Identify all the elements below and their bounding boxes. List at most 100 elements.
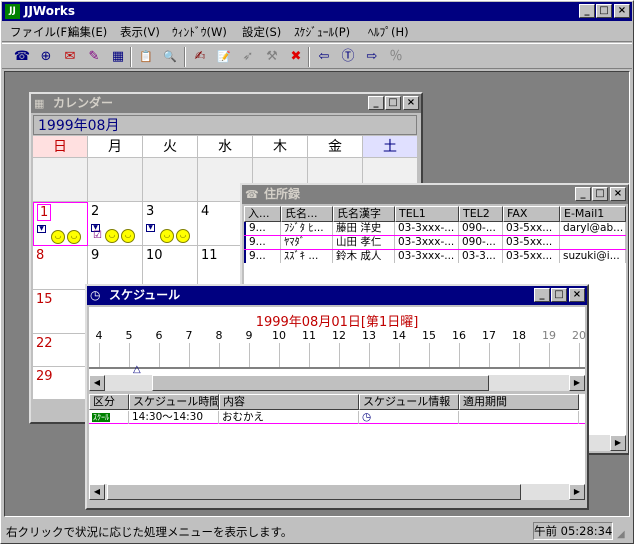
scroll-left-icon[interactable]: ◀ (89, 375, 105, 391)
menu-view[interactable]: 表示(V) (120, 24, 160, 40)
addressbook-minimize-button[interactable]: _ (575, 187, 591, 201)
calendar-day-3[interactable]: 3 ▼ ◡ ◡ (143, 202, 198, 246)
scroll-right-icon[interactable]: ▶ (569, 484, 585, 500)
delete-icon[interactable]: ✖ (286, 47, 306, 67)
schedule-mark-icon: ▼ (146, 224, 155, 232)
hour-tick-label: 15 (422, 329, 436, 342)
mdi-client: ▦ カレンダー _ □ × 1999年08月 日 月 火 水 木 金 土 1 ▼… (4, 71, 630, 517)
column-header[interactable]: TEL1 (395, 206, 459, 222)
app-title-bar[interactable]: JJ JJWorks _ □ × (2, 2, 632, 21)
column-header[interactable]: スケジュール情報 (359, 394, 459, 410)
column-header[interactable]: 区分 (89, 394, 129, 410)
calendar-day-29[interactable]: 29 (33, 367, 88, 400)
table-row[interactable]: 9... ｽｽﾞｷ ... 鈴木 成人 03-3xxx-... 03-3... … (244, 250, 626, 263)
close-button[interactable]: × (614, 4, 630, 18)
hour-tick-label: 17 (482, 329, 496, 342)
cell: 藤田 洋史 (333, 222, 395, 235)
menu-settings[interactable]: 設定(S) (242, 24, 281, 40)
cell: 03-3... (459, 250, 503, 263)
resize-grip-icon[interactable]: ◢ (617, 528, 630, 541)
scroll-left-icon[interactable]: ◀ (89, 484, 105, 500)
calendar-maximize-button[interactable]: □ (385, 96, 401, 110)
column-header[interactable]: 内容 (219, 394, 359, 410)
cell: 03-3xxx-... (395, 236, 459, 249)
menu-help[interactable]: ﾍﾙﾌﾟ(H) (368, 24, 409, 40)
column-header[interactable]: スケジュール時間 (129, 394, 219, 410)
addressbook-maximize-button[interactable]: □ (592, 187, 608, 201)
schedule-minimize-button[interactable]: _ (534, 288, 550, 302)
schedule-grid[interactable]: 区分 スケジュール時間 内容 スケジュール情報 適用期間 ｽｸｰﾙ 14:30～… (89, 394, 585, 484)
table-row[interactable]: 9... ﾌｼﾞﾀ ﾋ... 藤田 洋史 03-3xxx-... 090-...… (244, 222, 626, 235)
addressbook-title-bar[interactable]: ☎ 住所録 _ □ × (242, 185, 628, 204)
hour-gridline (399, 343, 400, 367)
calendar-day-15[interactable]: 15 (33, 290, 88, 334)
calendar-day-22[interactable]: 22 (33, 334, 88, 367)
hour-tick-label: 11 (302, 329, 316, 342)
scroll-right-icon[interactable]: ▶ (610, 435, 626, 451)
schedule-close-button[interactable]: × (569, 288, 585, 302)
cell: 14:30～14:30 (129, 411, 219, 424)
calendar-title: カレンダー (53, 96, 114, 110)
addressbook-close-button[interactable]: × (610, 187, 626, 201)
addressbook-window-icon: ☎ (245, 188, 259, 201)
table-row[interactable]: 9... ﾔﾏﾀﾞ 山田 孝仁 03-3xxx-... 090-... 03-5… (244, 236, 626, 249)
menu-window[interactable]: ｳｨﾝﾄﾞｳ(W) (172, 24, 227, 40)
schedule-maximize-button[interactable]: □ (551, 288, 567, 302)
address-icon[interactable]: ⊕ (36, 47, 56, 67)
time-marker-icon: △ (133, 364, 141, 375)
menu-edit[interactable]: 編集(E) (68, 24, 107, 40)
scroll-right-icon[interactable]: ▶ (569, 375, 585, 391)
table-row[interactable]: ｽｸｰﾙ 14:30～14:30 おむかえ ◷ (89, 411, 585, 424)
percent-icon[interactable]: ％ (386, 47, 406, 67)
column-header[interactable]: 氏名... (281, 206, 333, 222)
scroll-thumb[interactable] (107, 484, 521, 500)
calendar-day-8[interactable]: 8 (33, 246, 88, 290)
schedule-title: スケジュール (109, 288, 181, 302)
hour-tick-label: 4 (95, 329, 103, 342)
mail-icon[interactable]: ✉ (60, 47, 80, 67)
schedule-hscrollbar[interactable]: ◀ ▶ (89, 484, 585, 500)
calendar-minimize-button[interactable]: _ (368, 96, 384, 110)
calendar-day-2[interactable]: 2 ▼ ☑ ◡ ◡ (88, 202, 143, 246)
column-header[interactable]: 氏名漢字 (333, 206, 395, 222)
edit-icon[interactable]: ✍ (190, 47, 210, 67)
column-header[interactable]: TEL2 (459, 206, 503, 222)
day-number: 9 (91, 248, 100, 263)
column-header[interactable]: E-Mail1 (560, 206, 626, 222)
search-icon[interactable]: 🔍 (160, 47, 180, 67)
hour-gridline (249, 343, 250, 367)
calendar-close-button[interactable]: × (403, 96, 419, 110)
maximize-button[interactable]: □ (596, 4, 612, 18)
calendar-title-bar[interactable]: ▦ カレンダー _ □ × (31, 94, 421, 113)
hour-tick-label: 8 (215, 329, 223, 342)
scroll-thumb[interactable] (152, 375, 489, 391)
send-icon[interactable]: ➶ (238, 47, 258, 67)
check-icon: ☑ (93, 230, 102, 241)
pen-icon[interactable]: ✎ (84, 47, 104, 67)
cell: 山田 孝仁 (333, 236, 395, 249)
calendar-icon[interactable]: ▦ (108, 47, 128, 67)
menu-file[interactable]: ファイル(F) (10, 24, 72, 40)
tag-icon[interactable]: Ⓣ (338, 47, 358, 67)
day-number: 29 (36, 369, 53, 384)
phone-icon[interactable]: ☎ (12, 47, 32, 67)
minimize-button[interactable]: _ (579, 4, 595, 18)
note-icon[interactable]: 📝 (214, 47, 234, 67)
calendar-day-1[interactable]: 1 ▼ ◡ ◡ (33, 202, 88, 246)
weekday-wed: 水 (198, 136, 253, 158)
weekday-fri: 金 (308, 136, 363, 158)
schedule-window[interactable]: ◷ スケジュール _ □ × 1999年08月01日[第1日曜] 4567891… (85, 284, 589, 510)
schedule-title-bar[interactable]: ◷ スケジュール _ □ × (87, 286, 587, 305)
timeline-hscrollbar[interactable]: ◀ ▶ (89, 375, 585, 391)
column-header[interactable]: 入... (244, 206, 281, 222)
clipboard-icon[interactable]: 📋 (136, 47, 156, 67)
column-header[interactable]: FAX (503, 206, 560, 222)
tool-icon[interactable]: ⚒ (262, 47, 282, 67)
menu-schedule[interactable]: ｽｹｼﾞｭｰﾙ(P) (294, 24, 350, 40)
hour-tick-label: 14 (392, 329, 406, 342)
hour-tick-label: 13 (362, 329, 376, 342)
forward-icon[interactable]: ⇨ (362, 47, 382, 67)
column-header[interactable]: 適用期間 (459, 394, 579, 410)
back-icon[interactable]: ⇦ (314, 47, 334, 67)
timeline-area[interactable]: 1999年08月01日[第1日曜] 4 5 6 7 8 9 10 11 12 13 14 15 16 17… (89, 307, 586, 375)
